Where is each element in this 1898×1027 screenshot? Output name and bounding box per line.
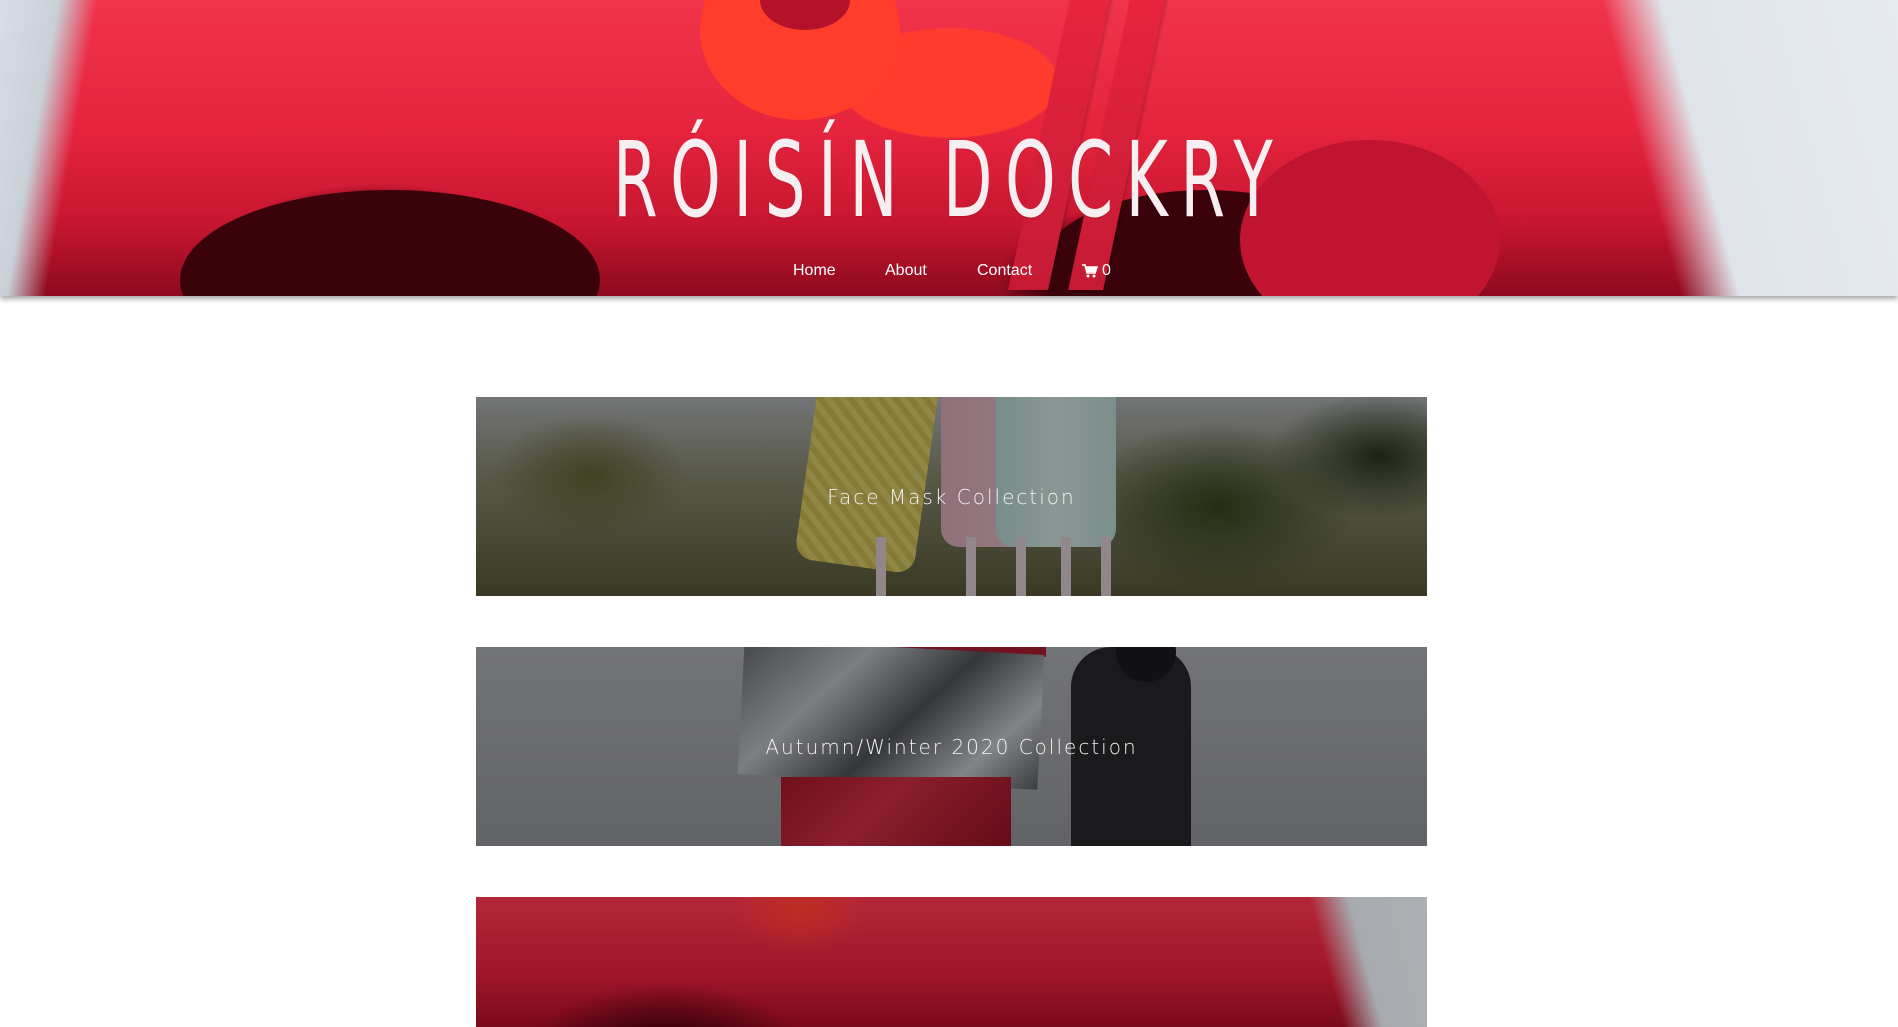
nav-link-contact[interactable]: Contact xyxy=(977,262,1032,280)
cart-icon xyxy=(1082,264,1099,278)
collection-title xyxy=(476,897,1427,1027)
cart-count: 0 xyxy=(1102,262,1111,279)
collection-card-third[interactable] xyxy=(476,897,1427,1027)
cart-link[interactable]: 0 xyxy=(1082,262,1111,280)
collections-list: Face Mask Collection Autumn/Winter 2020 … xyxy=(476,397,1427,1027)
site-header: RÓISÍN DOCKRY Home About Contact 0 xyxy=(0,0,1898,296)
collection-title: Face Mask Collection xyxy=(827,484,1076,509)
collection-card-aw2020[interactable]: Autumn/Winter 2020 Collection xyxy=(476,647,1427,846)
collection-title: Autumn/Winter 2020 Collection xyxy=(765,734,1138,759)
collection-card-face-mask[interactable]: Face Mask Collection xyxy=(476,397,1427,596)
nav-link-home[interactable]: Home xyxy=(793,262,836,280)
nav-link-about[interactable]: About xyxy=(885,262,927,280)
site-title[interactable]: RÓISÍN DOCKRY xyxy=(361,128,1538,232)
